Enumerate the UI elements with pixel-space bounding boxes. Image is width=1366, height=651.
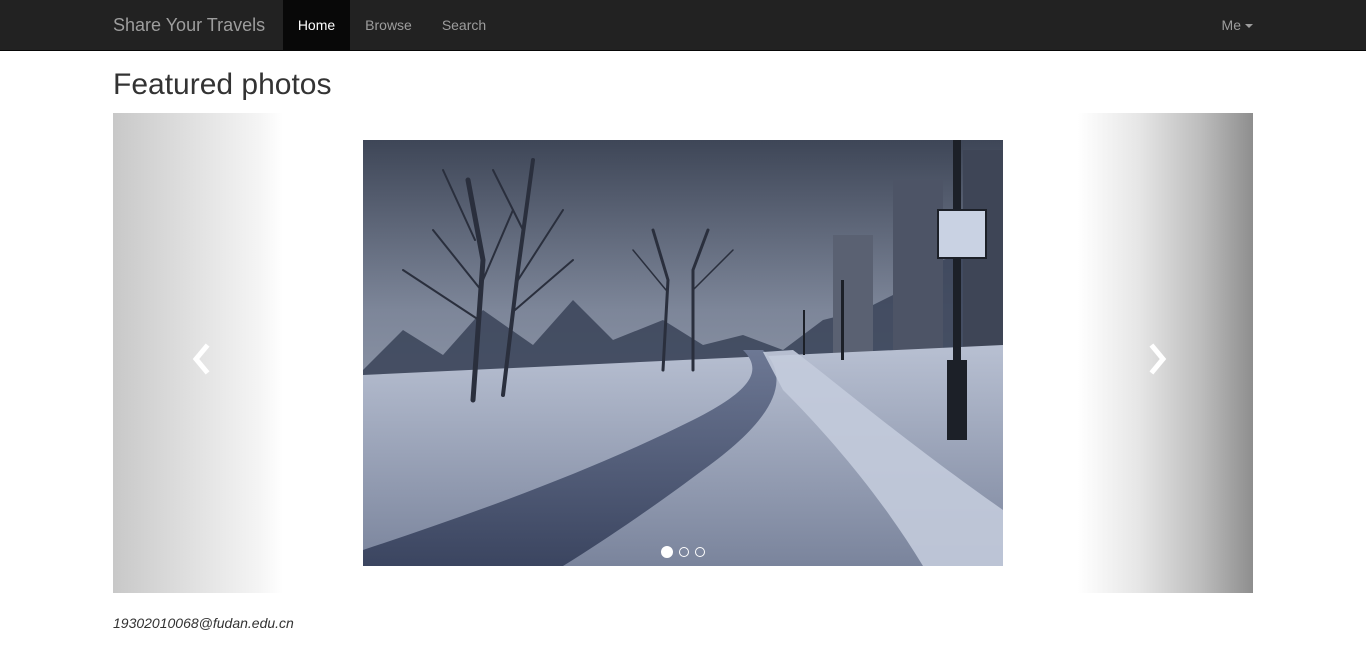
carousel-slide-image — [363, 140, 1003, 566]
carousel-indicator-1[interactable] — [661, 546, 673, 558]
user-menu-label: Me — [1221, 17, 1241, 33]
brand-link[interactable]: Share Your Travels — [113, 0, 265, 50]
page-title: Featured photos — [113, 68, 332, 101]
carousel-prev-control[interactable] — [113, 113, 283, 593]
caret-down-icon — [1245, 24, 1253, 29]
nav-home[interactable]: Home — [283, 0, 350, 50]
featured-carousel — [113, 113, 1253, 593]
carousel-indicator-2[interactable] — [679, 547, 689, 557]
carousel-indicator-3[interactable] — [695, 547, 705, 557]
navbar: Share Your Travels Home Browse Search Me — [0, 0, 1366, 51]
carousel-next-control[interactable] — [1078, 113, 1253, 593]
carousel-indicators — [363, 546, 1003, 558]
footer-email: 19302010068@fudan.edu.cn — [113, 615, 294, 631]
chevron-right-icon — [1149, 343, 1167, 375]
nav-search[interactable]: Search — [427, 0, 501, 50]
user-menu-dropdown[interactable]: Me — [1222, 0, 1253, 50]
chevron-left-icon — [192, 343, 210, 375]
nav-browse[interactable]: Browse — [350, 0, 427, 50]
snowy-path-photo — [363, 140, 1003, 566]
